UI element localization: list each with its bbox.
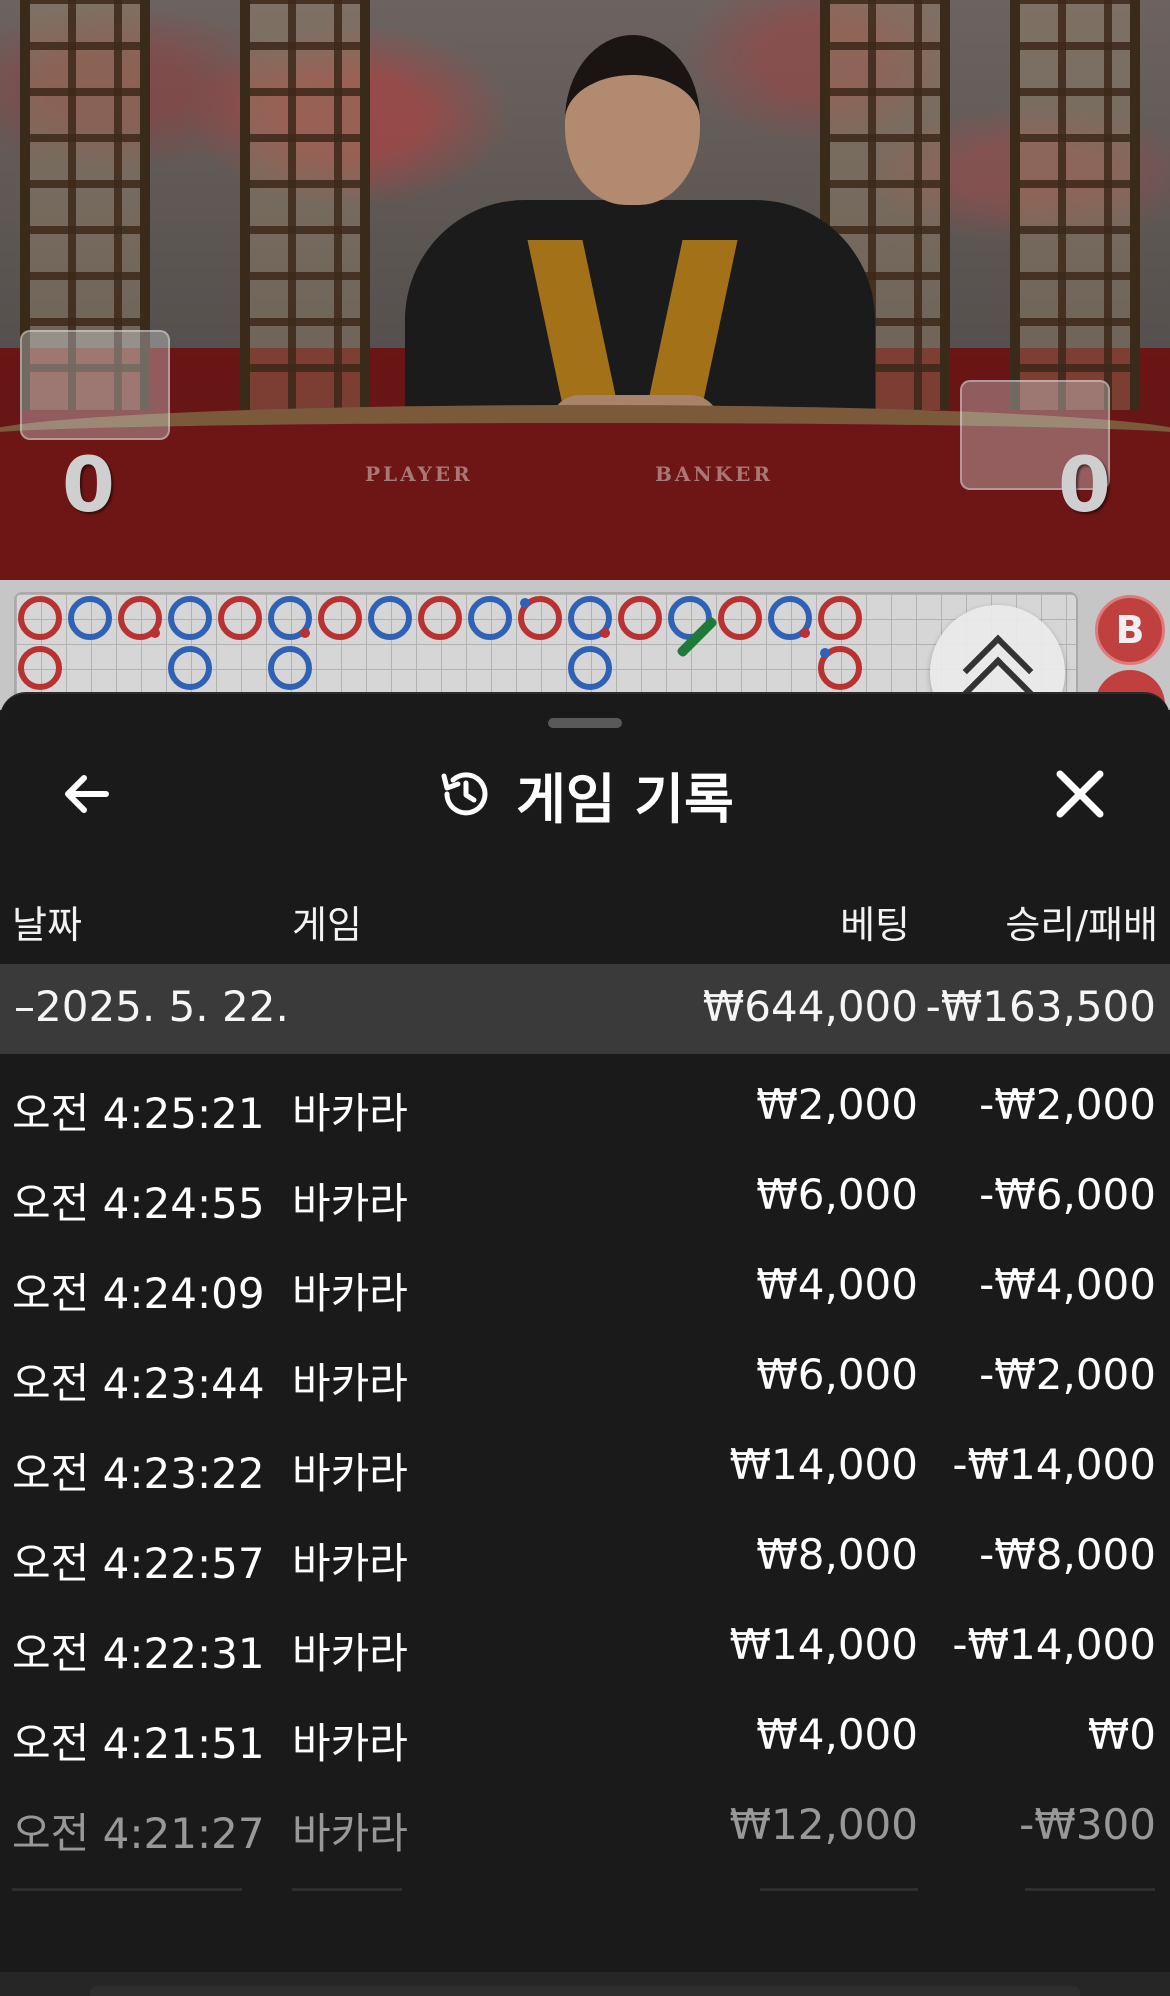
bottom-bar [0, 1972, 1170, 1996]
row-bet: ₩14,000 [729, 1440, 919, 1489]
row-bet: ₩6,000 [756, 1350, 918, 1399]
bead-banker [118, 596, 162, 640]
bead-player [68, 596, 112, 640]
column-header-game: 게임 [292, 903, 362, 947]
game-history-sheet: 게임 기록 날짜 게임 베팅 승리/패배 –2025. 5. 22. ₩644,… [0, 692, 1170, 1996]
table-row[interactable]: 오전 4:21:51 바카라 ₩4,000 ₩0 [0, 1694, 1170, 1784]
date-group-row[interactable]: –2025. 5. 22. ₩644,000 -₩163,500 [0, 964, 1170, 1054]
table-row[interactable]: 오전 4:23:44 바카라 ₩6,000 -₩2,000 [0, 1334, 1170, 1424]
row-bet: ₩6,000 [756, 1170, 918, 1219]
table-row[interactable]: 오전 4:24:09 바카라 ₩4,000 -₩4,000 [0, 1244, 1170, 1334]
row-win-loss: ₩0 [1087, 1710, 1156, 1759]
row-bet: ₩12,000 [729, 1800, 919, 1849]
bead-player [268, 596, 312, 640]
bead-banker [18, 596, 62, 640]
row-game: 바카라 [292, 1539, 408, 1588]
row-game: 바카라 [292, 1179, 408, 1228]
row-win-loss: -₩2,000 [979, 1080, 1156, 1129]
row-win-loss: -₩14,000 [952, 1620, 1156, 1669]
column-header-bet: 베팅 [840, 903, 910, 947]
row-time: 오전 4:22:31 [12, 1629, 265, 1678]
bead-banker [218, 596, 262, 640]
row-time: 오전 4:24:09 [12, 1269, 265, 1318]
bead-player [568, 646, 612, 690]
row-game: 바카라 [292, 1809, 408, 1858]
history-icon [441, 772, 488, 816]
bead-player [768, 596, 812, 640]
bead-banker [518, 596, 562, 640]
row-win-loss: -₩300 [1019, 1800, 1156, 1849]
date-group-win-loss-total: -₩163,500 [925, 982, 1156, 1031]
row-time: 오전 4:21:27 [12, 1809, 265, 1858]
sheet-title: 게임 기록 [516, 767, 734, 831]
bead-banker [18, 646, 62, 690]
felt-player-label: PLAYER [365, 462, 473, 486]
row-win-loss: -₩4,000 [979, 1260, 1156, 1309]
row-game: 바카라 [292, 1719, 408, 1768]
close-button[interactable] [1042, 756, 1118, 832]
row-bet: ₩14,000 [729, 1620, 919, 1669]
row-game: 바카라 [292, 1449, 408, 1498]
date-group-bet-total: ₩644,000 [702, 982, 918, 1031]
column-header-date: 날짜 [12, 903, 82, 947]
table-row[interactable]: 오전 4:23:22 바카라 ₩14,000 -₩14,000 [0, 1424, 1170, 1514]
bead-road-strip: B [0, 580, 1170, 742]
row-time: 오전 4:24:55 [12, 1179, 265, 1228]
row-time: 오전 4:23:44 [12, 1359, 265, 1408]
row-game: 바카라 [292, 1629, 408, 1678]
row-bet: ₩4,000 [756, 1710, 918, 1759]
bead-player [468, 596, 512, 640]
bead-banker [818, 596, 862, 640]
row-win-loss: -₩2,000 [979, 1350, 1156, 1399]
table-row[interactable]: 오전 4:22:57 바카라 ₩8,000 -₩8,000 [0, 1514, 1170, 1604]
table-row-partial [0, 1874, 1170, 1914]
felt-banker-label: BANKER [655, 462, 773, 486]
row-time: 오전 4:23:22 [12, 1449, 265, 1498]
screen: PLAYER BANKER 0 0 B 게임 기록 날짜 게임 베팅 승리/패배… [0, 0, 1170, 1996]
row-time: 오전 4:25:21 [12, 1089, 265, 1138]
dealer [395, 25, 885, 460]
card-shoe-left [20, 330, 170, 440]
row-bet: ₩8,000 [756, 1530, 918, 1579]
drag-handle[interactable] [548, 718, 622, 728]
table-row[interactable]: 오전 4:25:21 바카라 ₩2,000 -₩2,000 [0, 1064, 1170, 1154]
column-header-win-loss: 승리/패배 [1005, 903, 1158, 947]
bead-player [368, 596, 412, 640]
row-bet: ₩2,000 [756, 1080, 918, 1129]
bead-banker [418, 596, 462, 640]
bead-player [168, 596, 212, 640]
bead-banker [318, 596, 362, 640]
row-game: 바카라 [292, 1359, 408, 1408]
row-game: 바카라 [292, 1269, 408, 1318]
live-video-feed: PLAYER BANKER 0 0 [0, 0, 1170, 580]
row-win-loss: -₩14,000 [952, 1440, 1156, 1489]
decorative-screen-panel [1010, 0, 1140, 410]
table-row[interactable]: 오전 4:21:27 바카라 ₩12,000 -₩300 [0, 1784, 1170, 1874]
player-score: 0 [62, 440, 115, 529]
table-row[interactable]: 오전 4:22:31 바카라 ₩14,000 -₩14,000 [0, 1604, 1170, 1694]
sheet-header: 게임 기록 [0, 756, 1170, 832]
bead-banker [618, 596, 662, 640]
row-time: 오전 4:22:57 [12, 1539, 265, 1588]
bead-banker [818, 646, 862, 690]
table-row[interactable]: 오전 4:24:55 바카라 ₩6,000 -₩6,000 [0, 1154, 1170, 1244]
banker-bet-chip[interactable]: B [1095, 595, 1165, 665]
bead-player [568, 596, 612, 640]
bead-banker [718, 596, 762, 640]
banker-score: 0 [1058, 440, 1111, 529]
row-bet: ₩4,000 [756, 1260, 918, 1309]
close-icon [1056, 770, 1104, 818]
date-group-date: –2025. 5. 22. [14, 982, 289, 1031]
bead-player [268, 646, 312, 690]
bead-player [168, 646, 212, 690]
row-game: 바카라 [292, 1089, 408, 1138]
row-win-loss: -₩6,000 [979, 1170, 1156, 1219]
row-time: 오전 4:21:51 [12, 1719, 265, 1768]
decorative-screen-panel [240, 0, 370, 410]
row-win-loss: -₩8,000 [979, 1530, 1156, 1579]
